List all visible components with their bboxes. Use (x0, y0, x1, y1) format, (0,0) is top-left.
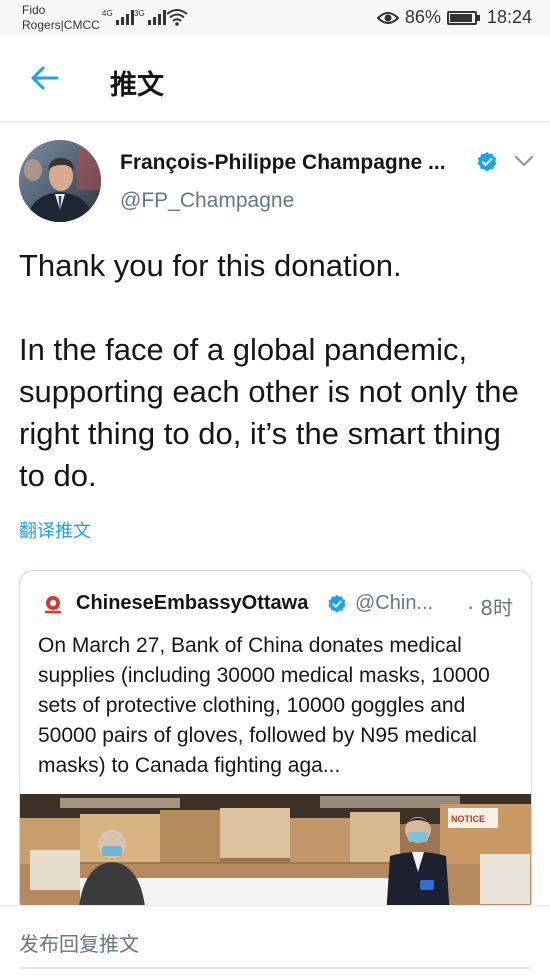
wifi-icon (166, 9, 188, 26)
eye-icon (376, 11, 399, 24)
carrier-line2: Rogers|CMCC (22, 18, 100, 32)
quoted-author-name: ChineseEmbassyOttawa (76, 592, 309, 614)
avatar[interactable] (19, 140, 101, 222)
chevron-down-icon[interactable] (513, 152, 535, 170)
reply-input-underline (19, 967, 531, 969)
tweet-paragraph: In the face of a global pandemic, suppor… (19, 332, 519, 493)
battery-icon (446, 10, 480, 25)
reply-bar: 发布回复推文 (0, 905, 550, 977)
status-bar: Fido Rogers|CMCC 4G 3G 86% 18:24 (0, 0, 550, 36)
embassy-logo-icon (44, 596, 62, 614)
signal-icon: 3G (134, 9, 169, 26)
status-right: 86% 18:24 (376, 7, 532, 28)
signal-icon: 4G (102, 9, 137, 26)
quoted-tweet-card[interactable]: ChineseEmbassyOttawa @Chin... · 8时 On Ma… (19, 570, 532, 915)
author-handle[interactable]: @FP_Champagne (120, 189, 294, 213)
carrier-info: Fido Rogers|CMCC (22, 3, 100, 33)
tweet-paragraph: Thank you for this donation. (19, 248, 402, 283)
verified-badge-icon (477, 151, 497, 172)
battery-percent: 86% (404, 7, 441, 27)
arrow-left-icon[interactable] (26, 60, 62, 96)
verified-badge-icon (328, 594, 346, 613)
app-header: 推文 (0, 36, 550, 122)
carrier-line1: Fido (22, 3, 46, 17)
translate-tweet-link[interactable]: 翻译推文 (19, 517, 91, 543)
photo-notice-sign: NOTICE (451, 814, 485, 824)
quoted-timestamp: · 8时 (467, 596, 513, 620)
quoted-tweet-text: On March 27, Bank of China donates medic… (38, 634, 490, 777)
author-name[interactable]: François-Philippe Champagne ... (120, 151, 446, 175)
donation-photo[interactable]: NOTICE (20, 794, 531, 914)
clock: 18:24 (486, 7, 532, 27)
reply-input[interactable]: 发布回复推文 (19, 928, 139, 957)
quoted-author-handle: @Chin... (355, 592, 434, 614)
page-title: 推文 (110, 70, 164, 101)
tweet-text: Thank you for this donation. In the face… (19, 245, 534, 497)
